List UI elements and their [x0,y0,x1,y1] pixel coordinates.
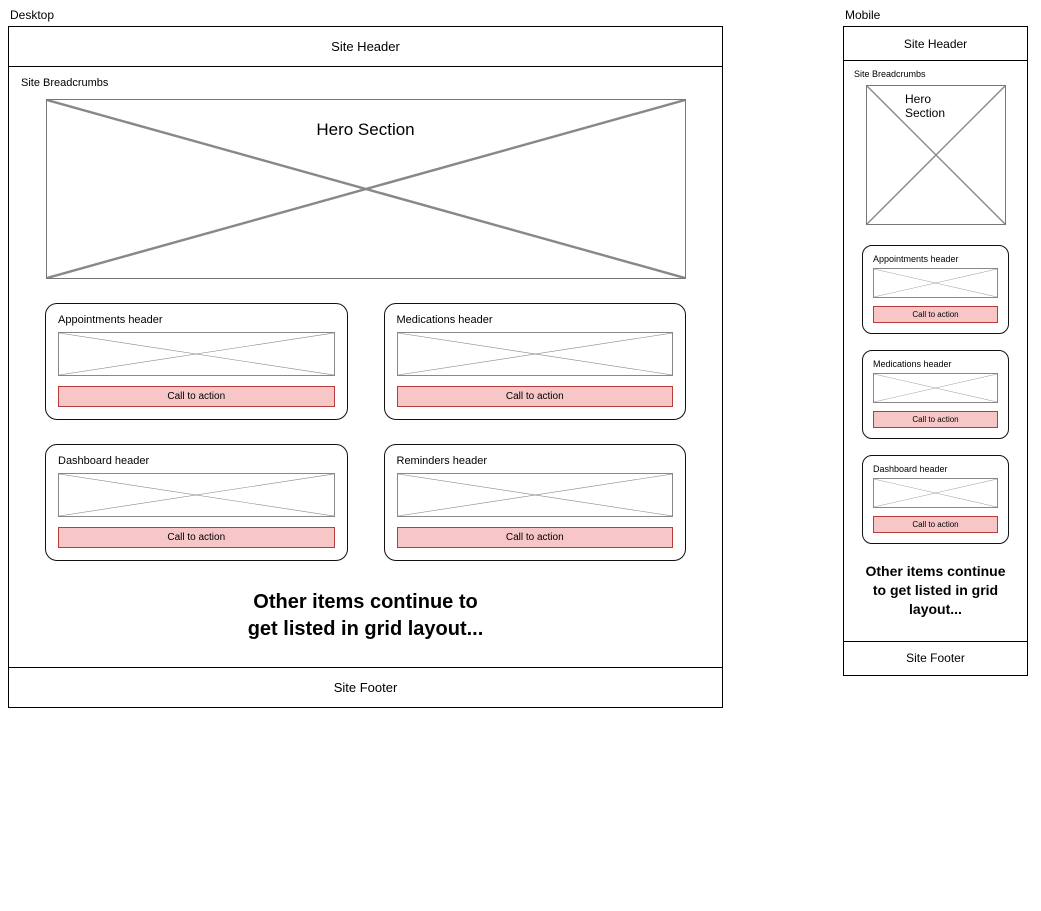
site-footer: Site Footer [844,641,1027,675]
cta-button[interactable]: Call to action [397,527,674,548]
hero-label: Hero Section [312,120,418,140]
site-header: Site Header [844,27,1027,61]
more-items-note: Other items continue to get listed in gr… [236,589,496,643]
image-placeholder-icon [874,479,997,507]
card-header: Reminders header [397,455,674,467]
card-header: Medications header [873,359,998,369]
breadcrumb: Site Breadcrumbs [854,69,1017,79]
cta-button[interactable]: Call to action [58,527,335,548]
card-image-placeholder [58,473,335,517]
card-header: Appointments header [873,254,998,264]
breadcrumb: Site Breadcrumbs [21,77,710,89]
mobile-content: Site Breadcrumbs Hero Section Appointmen… [844,61,1027,641]
card-header: Dashboard header [58,455,335,467]
card-medications: Medications header Call to action [862,350,1009,439]
hero-label: Hero Section [901,92,970,120]
card-header: Medications header [397,314,674,326]
card-header: Dashboard header [873,464,998,474]
card-medications: Medications header Call to action [384,303,687,420]
cards-grid: Appointments header Call to action Medic… [21,303,710,561]
wireframe-page: Desktop Site Header Site Breadcrumbs Her… [8,8,1033,708]
cta-button[interactable]: Call to action [873,516,998,533]
desktop-content: Site Breadcrumbs Hero Section Appointmen… [9,67,722,667]
more-items-note: Other items continue to get listed in gr… [861,562,1011,619]
site-header: Site Header [9,27,722,67]
card-appointments: Appointments header Call to action [862,245,1009,334]
hero-section: Hero Section [866,85,1006,225]
image-placeholder-icon [874,269,997,297]
cta-button[interactable]: Call to action [873,306,998,323]
image-placeholder-icon [398,474,673,516]
cards-grid: Appointments header Call to action Medic… [854,245,1017,544]
card-image-placeholder [397,473,674,517]
cta-button[interactable]: Call to action [58,386,335,407]
mobile-frame: Site Header Site Breadcrumbs Hero Sectio… [843,26,1028,676]
cta-button[interactable]: Call to action [873,411,998,428]
desktop-frame: Site Header Site Breadcrumbs Hero Sectio… [8,26,723,708]
image-placeholder-icon [398,333,673,375]
image-placeholder-icon [59,474,334,516]
site-footer: Site Footer [9,667,722,707]
card-image-placeholder [873,478,998,508]
cta-button[interactable]: Call to action [397,386,674,407]
card-header: Appointments header [58,314,335,326]
card-image-placeholder [873,373,998,403]
image-placeholder-icon [59,333,334,375]
card-image-placeholder [873,268,998,298]
desktop-column: Desktop Site Header Site Breadcrumbs Her… [8,8,723,708]
card-appointments: Appointments header Call to action [45,303,348,420]
hero-section: Hero Section [46,99,686,279]
card-image-placeholder [397,332,674,376]
card-image-placeholder [58,332,335,376]
image-placeholder-icon [874,374,997,402]
mobile-label: Mobile [843,8,1028,22]
card-dashboard: Dashboard header Call to action [45,444,348,561]
card-dashboard: Dashboard header Call to action [862,455,1009,544]
card-reminders: Reminders header Call to action [384,444,687,561]
mobile-column: Mobile Site Header Site Breadcrumbs Hero… [843,8,1028,676]
desktop-label: Desktop [8,8,723,22]
